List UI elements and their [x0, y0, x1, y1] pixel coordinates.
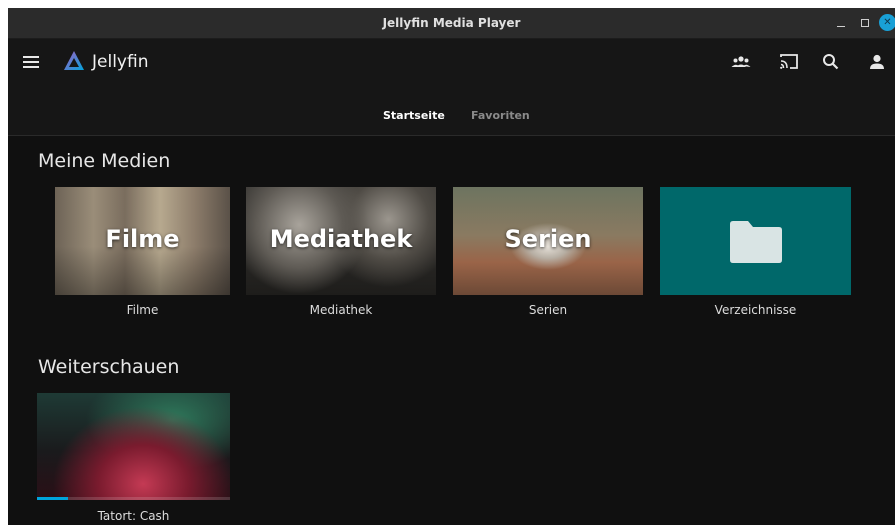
maximize-button[interactable]	[857, 15, 873, 31]
folder-icon	[730, 221, 782, 263]
brand-name: Jellyfin	[92, 52, 149, 72]
menu-icon[interactable]	[23, 54, 41, 70]
tab-startseite[interactable]: Startseite	[383, 109, 445, 122]
minimize-button[interactable]	[833, 15, 849, 31]
jellyfin-logo-icon	[64, 51, 84, 70]
card-thumbnail	[37, 393, 230, 500]
window-title: Jellyfin Media Player	[382, 16, 521, 30]
user-icon[interactable]	[866, 51, 888, 73]
card-caption[interactable]: Filme	[55, 303, 230, 317]
app-header: Jellyfin Startseite Favoriten	[8, 39, 895, 136]
search-icon[interactable]	[820, 51, 842, 73]
progress-bar	[37, 497, 230, 500]
card-overlay-title: Filme	[105, 225, 180, 253]
progress-fill	[37, 497, 68, 500]
app-window: Jellyfin Media Player Jellyfin	[8, 8, 895, 525]
users-icon[interactable]	[730, 51, 752, 73]
card-thumbnail	[660, 187, 851, 295]
card-thumbnail: Serien	[453, 187, 643, 295]
cast-icon[interactable]	[778, 51, 800, 73]
card-caption[interactable]: Tatort: Cash	[37, 509, 230, 523]
card-caption[interactable]: Serien	[453, 303, 643, 317]
section-title-continue-watching[interactable]: Weiterschauen	[38, 356, 179, 378]
card-thumbnail: Mediathek	[246, 187, 436, 295]
card-thumbnail: Filme	[55, 187, 230, 295]
card-caption[interactable]: Mediathek	[246, 303, 436, 317]
card-overlay-title: Mediathek	[269, 225, 413, 253]
card-caption[interactable]: Verzeichnisse	[660, 303, 851, 317]
tab-favoriten[interactable]: Favoriten	[471, 109, 530, 122]
section-title-my-media[interactable]: Meine Medien	[38, 150, 170, 172]
card-overlay-title: Serien	[504, 225, 592, 253]
close-button[interactable]	[879, 14, 895, 31]
title-bar[interactable]: Jellyfin Media Player	[8, 8, 895, 39]
